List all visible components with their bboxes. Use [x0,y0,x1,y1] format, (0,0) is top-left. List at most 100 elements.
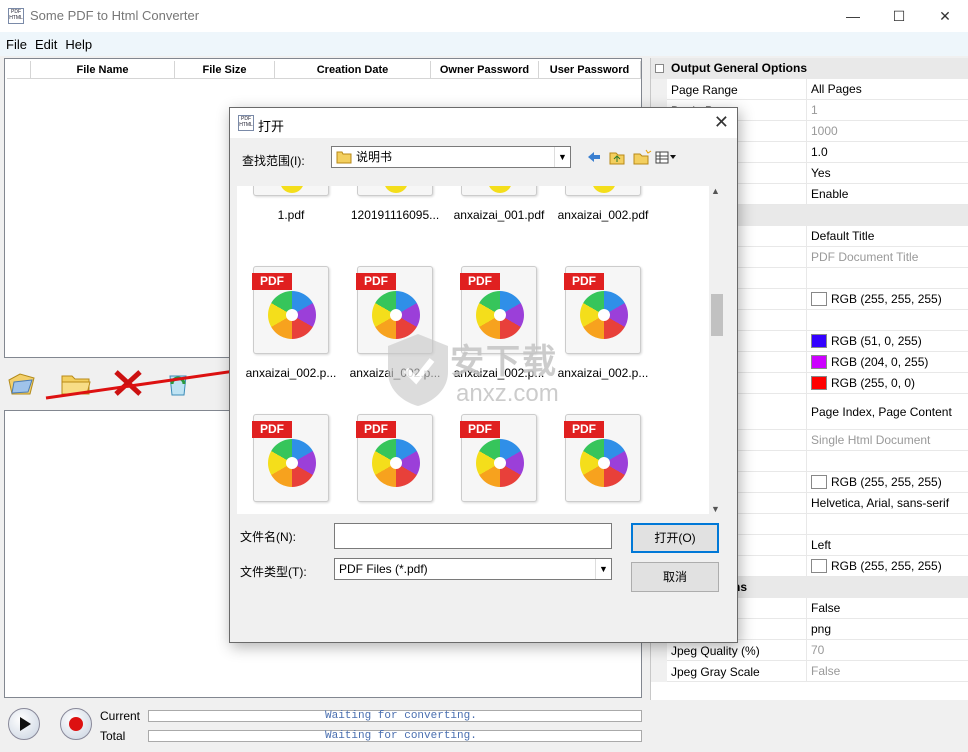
property-value[interactable]: PDF Document Title [806,247,968,268]
property-value-text: RGB (255, 255, 255) [831,292,942,306]
property-value[interactable]: RGB (204, 0, 255) [806,352,968,373]
property-value[interactable]: RGB (255, 255, 255) [806,556,968,577]
maximize-button[interactable]: ☐ [876,0,922,32]
property-value-text: Enable [811,187,849,201]
property-value[interactable]: 1000 [806,121,968,142]
column-header-user-password[interactable]: User Password [539,61,641,79]
file-item[interactable]: anxaizai_002.pdf [553,186,653,228]
column-header-file-size[interactable]: File Size [175,61,275,79]
file-item[interactable]: 120191116095... [345,186,445,228]
pdf-tag-label: PDF [252,421,292,438]
app-icon: PDF HTML [8,8,24,24]
column-header-owner-password[interactable]: Owner Password [431,61,539,79]
color-swatch [811,474,827,489]
file-item[interactable]: PDF [553,414,653,514]
play-icon [20,717,31,731]
stop-convert-button[interactable] [60,708,92,740]
property-value[interactable]: False [806,598,968,619]
property-value[interactable]: All Pages [806,79,968,100]
property-value[interactable]: Yes [806,163,968,184]
folder-icon [61,375,91,395]
dialog-close-button[interactable]: ✕ [714,112,729,133]
file-item[interactable]: anxaizai_001.pdf [449,186,549,228]
lookin-label: 查找范围(I): [242,154,305,168]
open-button[interactable]: 打开(O) [631,523,719,553]
property-value[interactable]: 70 [806,640,968,661]
pinwheel-icon [280,186,304,193]
property-value[interactable]: Default Title [806,226,968,247]
clear-button[interactable] [162,368,194,398]
start-convert-button[interactable] [8,708,40,740]
pdf-tag-label: PDF [564,421,604,438]
cancel-button[interactable]: 取消 [631,562,719,592]
dialog-title-bar: PDF HTML 打开 ✕ [230,108,737,138]
property-row[interactable]: Page Range All Pages [651,79,968,100]
file-item[interactable]: PDF [241,414,341,514]
remove-button[interactable] [112,368,144,398]
property-value-text: 70 [811,643,825,657]
property-value[interactable]: 1.0 [806,142,968,163]
close-button[interactable]: ✕ [922,0,968,32]
property-value[interactable]: RGB (255, 255, 255) [806,472,968,493]
property-value-text: Helvetica, Arial, sans-serif [811,496,950,510]
property-value[interactable] [806,514,968,535]
filetype-label: 文件类型(T): [240,565,307,579]
column-header-select[interactable] [7,61,31,79]
property-value[interactable]: RGB (255, 255, 255) [806,289,968,310]
lookin-dropdown[interactable]: 说明书 ▼ [331,146,571,168]
file-item[interactable]: PDF anxaizai_002.p... [241,266,341,386]
property-row[interactable]: Jpeg Quality (%) 70 [651,640,968,661]
pdf-tag-label: PDF [460,421,500,438]
pinwheel-icon [384,186,408,193]
pinwheel-icon [592,186,616,193]
file-item[interactable]: PDF [345,414,445,514]
property-value[interactable]: RGB (51, 0, 255) [806,331,968,352]
property-row[interactable]: Jpeg Gray Scale False [651,661,968,682]
property-value[interactable]: 1 [806,100,968,121]
property-value[interactable] [806,451,968,472]
file-item[interactable]: PDF [449,414,549,514]
property-value[interactable]: png [806,619,968,640]
file-name-label: anxaizai_001.pdf [453,208,545,222]
add-file-button[interactable] [6,368,38,398]
property-value-text: RGB (204, 0, 255) [831,355,929,369]
property-value[interactable]: False [806,661,968,682]
filetype-dropdown[interactable]: PDF Files (*.pdf) ▼ [334,558,612,580]
menu-edit[interactable]: Edit [31,37,61,52]
file-item[interactable]: 1.pdf [241,186,341,228]
minimize-button[interactable]: — [830,0,876,32]
property-value[interactable]: Helvetica, Arial, sans-serif [806,493,968,514]
property-value[interactable]: Left [806,535,968,556]
column-header-file-name[interactable]: File Name [31,61,175,79]
property-value[interactable] [806,310,968,331]
property-value[interactable]: Page Index, Page Content [806,394,968,430]
navigation-icons[interactable] [586,148,676,166]
collapse-toggle-icon[interactable] [655,64,664,73]
pdf-tag-label: PDF [356,421,396,438]
file-name-label: 1.pdf [277,208,305,222]
pdf-file-icon [357,186,433,196]
menu-help[interactable]: Help [61,37,96,52]
property-value-text: Left [811,538,832,552]
current-label: Current [100,709,141,723]
property-value[interactable]: Single Html Document [806,430,968,451]
menu-bar: File Edit Help [0,32,968,56]
property-value-text: 1 [811,103,818,117]
column-header-creation-date[interactable]: Creation Date [275,61,431,79]
file-view-scrollbar[interactable]: ▲ ▼ [709,186,725,514]
property-name: Jpeg Quality (%) [671,644,760,658]
dialog-app-icon: PDF HTML [238,115,254,131]
property-value[interactable]: RGB (255, 0, 0) [806,373,968,394]
property-value-text: Yes [811,166,831,180]
pinwheel-icon [580,439,628,487]
property-value-text: Page Index, Page Content [811,405,952,419]
pdf-file-icon: PDF [252,266,329,354]
add-folder-button[interactable] [60,368,92,398]
filename-input[interactable] [334,523,612,549]
property-value[interactable]: Enable [806,184,968,205]
menu-file[interactable]: File [2,37,31,52]
pdf-file-icon: PDF [460,414,537,502]
property-value[interactable] [806,268,968,289]
title-bar: PDF HTML Some PDF to Html Converter — ☐ ✕ [0,0,968,32]
property-section-header[interactable]: Output General Options [651,58,968,79]
